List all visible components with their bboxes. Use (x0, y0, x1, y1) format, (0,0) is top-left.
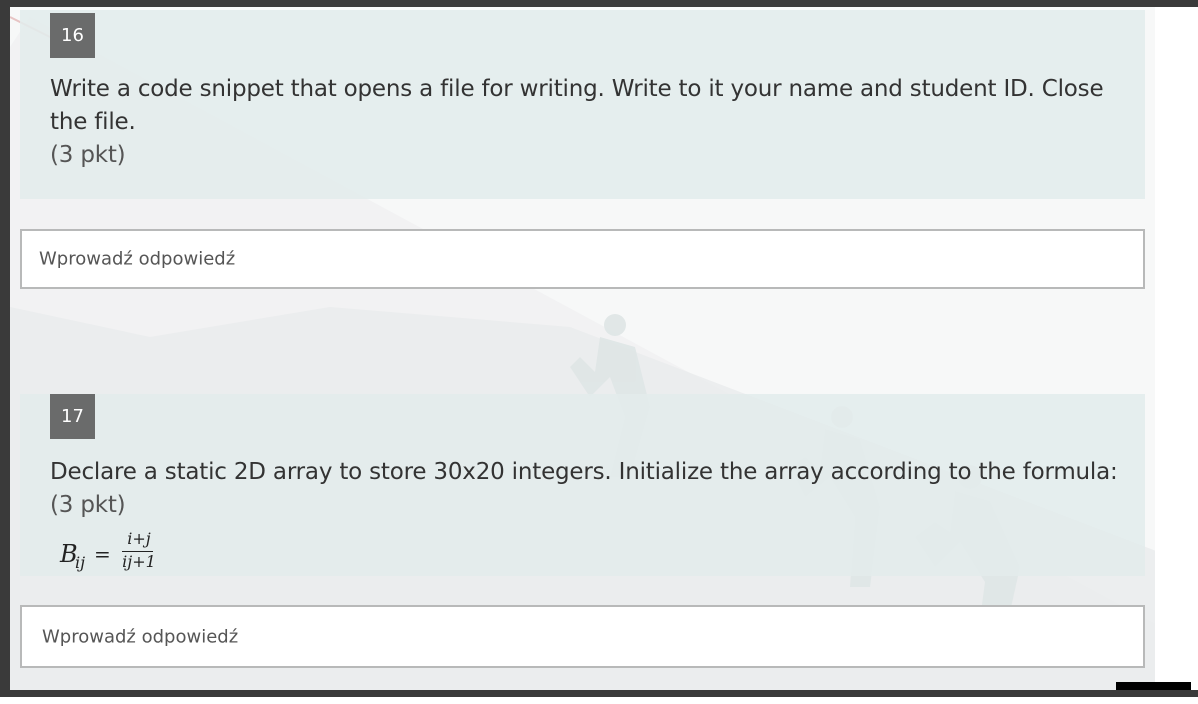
form-page: 16 Write a code snippet that opens a fil… (10, 7, 1198, 690)
answer-input-17[interactable]: Wprowadź odpowiedź (20, 605, 1145, 668)
window-frame-top (0, 0, 1198, 7)
question-prompt: Declare a static 2D array to store 30x20… (50, 459, 1118, 485)
formula-subscript: ij (75, 553, 86, 572)
formula-numerator: i+j (127, 529, 151, 548)
answer-placeholder: Wprowadź odpowiedź (42, 626, 239, 647)
answer-placeholder: Wprowadź odpowiedź (39, 248, 236, 270)
right-margin (1155, 7, 1198, 690)
question-prompt: Write a code snippet that opens a file f… (50, 76, 1104, 135)
form-viewport: 16 Write a code snippet that opens a fil… (0, 0, 1198, 704)
question-points: (3 pkt) (50, 142, 126, 168)
window-bottom-edge (0, 697, 1198, 704)
question-text: Declare a static 2D array to store 30x20… (50, 456, 1120, 522)
question-text: Write a code snippet that opens a file f… (50, 73, 1120, 172)
question-card-17: 17 Declare a static 2D array to store 30… (20, 394, 1145, 576)
question-card-16: 16 Write a code snippet that opens a fil… (20, 10, 1145, 199)
formula-equals: = (94, 542, 111, 566)
formula-denominator: ij+1 (122, 552, 156, 571)
question-points: (3 pkt) (50, 492, 126, 518)
window-frame-left (0, 0, 10, 704)
corner-tab (1116, 682, 1191, 690)
answer-input-16[interactable]: Wprowadź odpowiedź (20, 229, 1145, 289)
question-number-badge: 16 (50, 13, 95, 58)
question-number-badge: 17 (50, 394, 95, 439)
